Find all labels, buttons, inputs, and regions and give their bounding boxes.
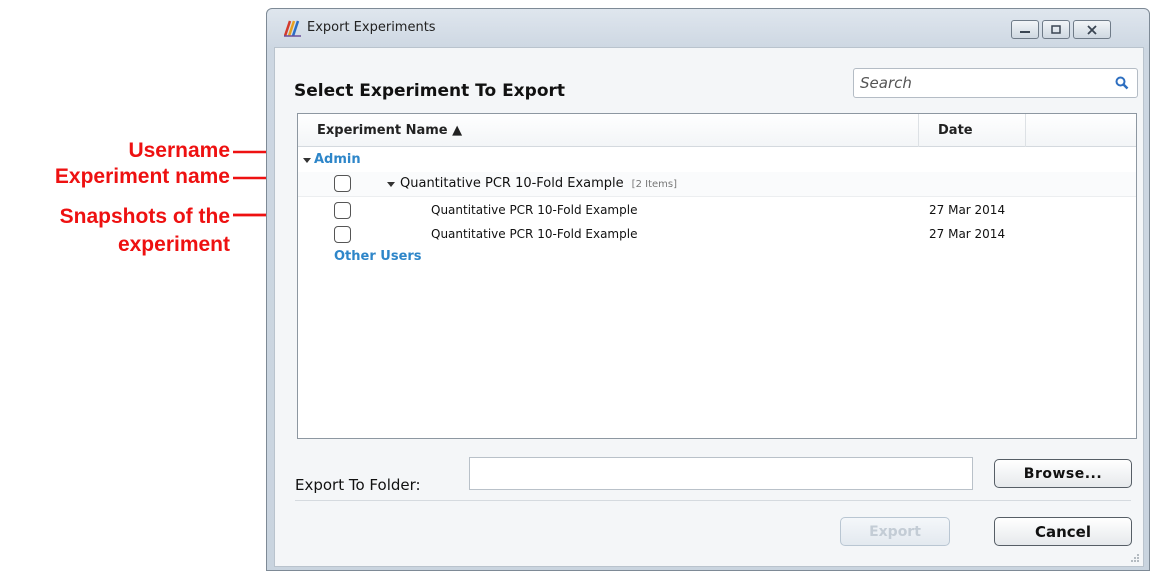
experiment-tree-table: Experiment Name ▲ Date Admin Quantitativ… [297, 113, 1137, 439]
annotation-username: Username [128, 139, 230, 162]
expand-caret-icon[interactable] [387, 182, 395, 187]
experiment-name-label: Quantitative PCR 10-Fold Example [2 Items… [400, 176, 677, 191]
close-icon [1087, 24, 1097, 35]
search-icon[interactable] [1115, 76, 1129, 90]
column-header-date[interactable]: Date [919, 114, 1026, 147]
page-title: Select Experiment To Export [294, 81, 566, 101]
experiment-checkbox[interactable] [334, 175, 351, 192]
tree-row-user-admin[interactable]: Admin [298, 148, 1136, 173]
annotation-experiment-name: Experiment name [54, 165, 230, 188]
user-label-admin: Admin [314, 152, 361, 167]
snapshot-checkbox[interactable] [334, 226, 351, 243]
user-label-other-users: Other Users [334, 249, 422, 264]
item-count-badge: [2 Items] [631, 179, 677, 190]
snapshot-name: Quantitative PCR 10-Fold Example [431, 203, 638, 217]
cancel-button[interactable]: Cancel [994, 517, 1132, 546]
tree-row-experiment[interactable]: Quantitative PCR 10-Fold Example [2 Items… [298, 172, 1136, 197]
minimize-button[interactable] [1011, 20, 1039, 39]
title-bar[interactable]: Export Experiments [267, 9, 1149, 43]
tree-row-user-other[interactable]: Other Users [298, 244, 1136, 269]
dialog-content: Select Experiment To Export Experiment N… [274, 47, 1144, 567]
app-icon [284, 20, 301, 37]
experiment-name: Quantitative PCR 10-Fold Example [400, 176, 624, 191]
maximize-button[interactable] [1042, 20, 1070, 39]
column-header-experiment-name[interactable]: Experiment Name ▲ [298, 114, 919, 147]
snapshot-name: Quantitative PCR 10-Fold Example [431, 227, 638, 241]
annotation-snapshots-line2: experiment [117, 233, 230, 256]
annotation-snapshots-line1: Snapshots of the [59, 205, 230, 228]
maximize-icon [1051, 24, 1061, 34]
column-header-empty [1026, 114, 1136, 147]
export-experiments-window: Export Experiments Select Experiment To … [266, 8, 1150, 571]
snapshot-date: 27 Mar 2014 [929, 203, 1006, 217]
export-button[interactable]: Export [840, 517, 950, 546]
minimize-icon [1020, 30, 1030, 33]
resize-grip-icon[interactable] [1130, 553, 1140, 563]
search-box[interactable] [853, 68, 1138, 98]
snapshot-checkbox[interactable] [334, 202, 351, 219]
annotation-snapshots: Snapshots of the experiment [10, 203, 230, 259]
divider [295, 500, 1131, 501]
export-folder-input[interactable] [469, 457, 973, 490]
expand-caret-icon[interactable] [303, 158, 311, 163]
table-row[interactable]: Quantitative PCR 10-Fold Example 27 Mar … [298, 198, 1136, 223]
export-folder-label: Export To Folder: [295, 476, 421, 494]
table-header: Experiment Name ▲ Date [298, 114, 1136, 147]
snapshot-date: 27 Mar 2014 [929, 227, 1006, 241]
search-input[interactable] [860, 73, 1100, 93]
browse-button[interactable]: Browse... [994, 459, 1132, 488]
window-title: Export Experiments [307, 20, 436, 35]
close-button[interactable] [1073, 20, 1111, 39]
